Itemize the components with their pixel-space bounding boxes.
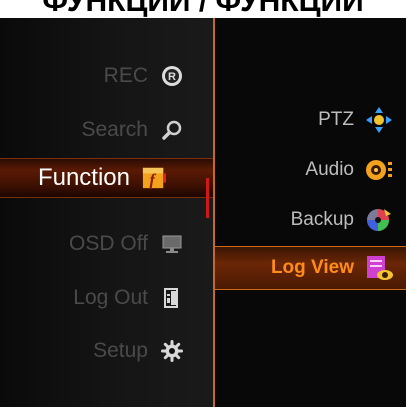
monitor-icon xyxy=(160,232,184,256)
submenu-item-backup[interactable]: Backup xyxy=(215,198,406,242)
selection-marker xyxy=(206,178,209,218)
submenu-item-label: PTZ xyxy=(318,109,354,130)
menu-item-function[interactable]: Function f xyxy=(0,158,214,198)
record-icon: R xyxy=(160,64,184,88)
ptz-arrows-icon xyxy=(364,105,394,135)
submenu-item-label: Audio xyxy=(305,159,354,180)
submenu-item-label: Log View xyxy=(270,257,354,278)
menu-item-label: Log Out xyxy=(73,286,148,309)
audio-icon xyxy=(364,155,394,185)
menu-item-rec[interactable]: REC R xyxy=(0,56,214,96)
menu-item-label: Search xyxy=(81,118,148,141)
submenu-item-ptz[interactable]: PTZ xyxy=(215,98,406,142)
submenu-item-log-view[interactable]: Log View xyxy=(215,246,406,290)
submenu-item-audio[interactable]: Audio xyxy=(215,148,406,192)
menu-item-log-out[interactable]: Log Out xyxy=(0,278,214,318)
menu-item-setup[interactable]: Setup xyxy=(0,331,214,371)
svg-text:R: R xyxy=(168,71,176,83)
submenu-item-label: Backup xyxy=(290,209,354,230)
menu-item-search[interactable]: Search xyxy=(0,110,214,150)
log-view-icon xyxy=(364,253,394,283)
menu-item-osd-off[interactable]: OSD Off xyxy=(0,224,214,264)
search-icon xyxy=(160,118,184,142)
main-menu: REC R Search Function f OSD Off Log Out … xyxy=(0,18,214,407)
menu-item-label: Setup xyxy=(93,339,148,362)
menu-item-label: OSD Off xyxy=(69,232,148,255)
gear-icon xyxy=(160,339,184,363)
dvr-menu-screen: REC R Search Function f OSD Off Log Out … xyxy=(0,18,406,407)
page-caption: ФУНКЦИИ / ФУНКЦИИ xyxy=(42,0,364,18)
logout-icon xyxy=(160,286,184,310)
menu-item-label: Function xyxy=(37,164,130,191)
backup-disc-icon xyxy=(364,205,394,235)
function-submenu: PTZ Audio Backup Log View xyxy=(215,18,406,407)
function-icon: f xyxy=(142,166,166,190)
menu-item-label: REC xyxy=(103,64,148,87)
